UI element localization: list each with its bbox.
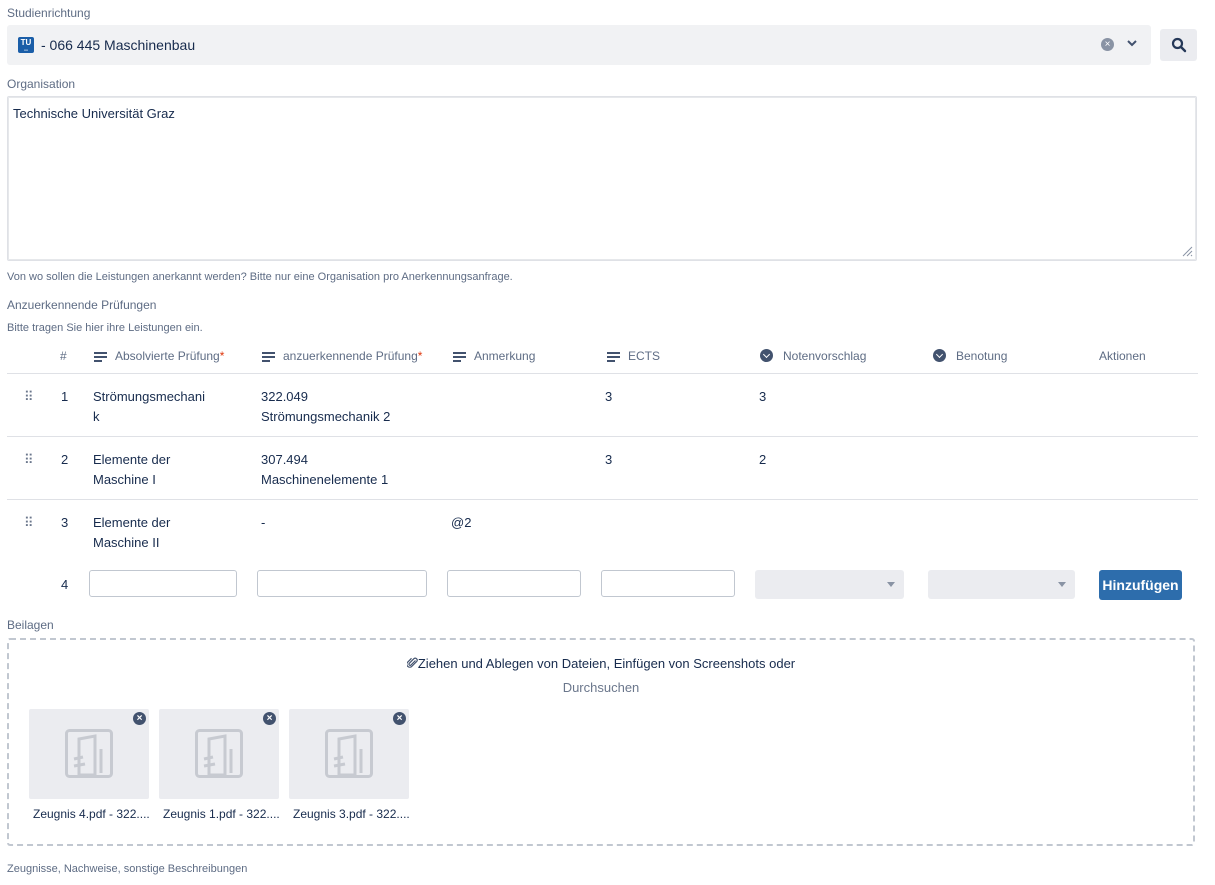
dropdown-circle-icon bbox=[933, 349, 946, 363]
attachments-hint: Zeugnisse, Nachweise, sonstige Beschreib… bbox=[7, 863, 248, 875]
grade-suggestion-select[interactable] bbox=[755, 570, 904, 599]
text-lines-icon bbox=[94, 351, 107, 362]
drag-handle-icon[interactable]: ⠿ bbox=[24, 515, 33, 531]
drag-handle-icon[interactable]: ⠿ bbox=[24, 452, 33, 468]
file-thumbnail[interactable] bbox=[289, 709, 409, 799]
exams-label: Anzuerkennende Prüfungen bbox=[7, 298, 157, 312]
document-icon bbox=[195, 729, 243, 778]
organisation-hint: Von wo sollen die Leistungen anerkannt w… bbox=[7, 271, 513, 283]
row-recognized: 307.494 Maschinenelemente 1 bbox=[261, 452, 389, 487]
file-name: Zeugnis 3.pdf - 322.... bbox=[293, 807, 410, 821]
row-grade-suggestion: 2 bbox=[759, 452, 767, 467]
row-remark: @2 bbox=[451, 515, 472, 530]
row-recognized: 322.049 Strömungsmechanik 2 bbox=[261, 389, 391, 424]
text-lines-icon bbox=[607, 351, 620, 362]
row-absolved: Elemente der Maschine II bbox=[93, 515, 171, 550]
row-ects: 3 bbox=[605, 452, 613, 467]
clear-icon[interactable]: × bbox=[1101, 38, 1114, 51]
attachments-label: Beilagen bbox=[7, 618, 54, 632]
col-num-header: # bbox=[60, 349, 67, 363]
grading-select[interactable] bbox=[928, 570, 1075, 599]
row-absolved: Elemente der Maschine I bbox=[93, 452, 171, 487]
file-thumbnail[interactable] bbox=[159, 709, 279, 799]
tu-logo-icon: TU ▪▪▪▪ bbox=[18, 37, 34, 53]
remark-input[interactable] bbox=[447, 570, 581, 597]
remove-file-icon[interactable]: × bbox=[263, 712, 276, 725]
col-actions-header: Aktionen bbox=[1099, 349, 1146, 363]
add-button[interactable]: Hinzufügen bbox=[1099, 570, 1182, 600]
study-select-value: - 066 445 Maschinenbau bbox=[41, 37, 196, 53]
col-recognized-header[interactable]: anzuerkennende Prüfung* bbox=[262, 348, 422, 364]
organisation-label: Organisation bbox=[7, 77, 76, 91]
dropdown-circle-icon bbox=[760, 349, 773, 363]
text-lines-icon bbox=[262, 351, 275, 362]
row-absolved: Strömungsmechani k bbox=[93, 389, 205, 424]
browse-link[interactable]: Durchsuchen bbox=[9, 680, 1193, 695]
search-button[interactable] bbox=[1160, 29, 1197, 61]
organisation-textarea[interactable]: Technische Universität Graz bbox=[7, 96, 1197, 261]
divider bbox=[7, 499, 1198, 500]
row-grade-suggestion: 3 bbox=[759, 389, 767, 404]
row-num: 2 bbox=[61, 452, 69, 467]
remove-file-icon[interactable]: × bbox=[393, 712, 406, 725]
study-select[interactable]: TU ▪▪▪▪ - 066 445 Maschinenbau × bbox=[7, 25, 1151, 65]
col-remark-header[interactable]: Anmerkung bbox=[453, 348, 535, 364]
file-name: Zeugnis 1.pdf - 322.... bbox=[163, 807, 280, 821]
col-ects-header[interactable]: ECTS bbox=[607, 348, 660, 364]
new-row-num: 4 bbox=[61, 577, 69, 592]
divider bbox=[7, 436, 1198, 437]
row-recognized: - bbox=[261, 515, 266, 530]
document-icon bbox=[65, 729, 113, 778]
exams-hint: Bitte tragen Sie hier ihre Leistungen ei… bbox=[7, 322, 203, 334]
ects-input[interactable] bbox=[601, 570, 735, 597]
remove-file-icon[interactable]: × bbox=[133, 712, 146, 725]
chevron-down-icon[interactable] bbox=[1125, 34, 1139, 52]
paperclip-icon bbox=[406, 657, 418, 668]
file-thumbnail[interactable] bbox=[29, 709, 149, 799]
absolved-input[interactable] bbox=[89, 570, 237, 597]
recognized-input[interactable] bbox=[257, 570, 427, 597]
row-ects: 3 bbox=[605, 389, 613, 404]
col-grading-header[interactable]: Benotung bbox=[933, 348, 1007, 364]
row-num: 1 bbox=[61, 389, 69, 404]
col-grade-suggestion-header[interactable]: Notenvorschlag bbox=[760, 348, 866, 364]
attachment-dropzone[interactable]: Ziehen und Ablegen von Dateien, Einfügen… bbox=[7, 638, 1195, 846]
row-num: 3 bbox=[61, 515, 69, 530]
study-label: Studienrichtung bbox=[7, 6, 91, 20]
drag-handle-icon[interactable]: ⠿ bbox=[24, 389, 33, 405]
text-lines-icon bbox=[453, 351, 466, 362]
search-icon bbox=[1171, 37, 1187, 53]
dropzone-text: Ziehen und Ablegen von Dateien, Einfügen… bbox=[9, 656, 1193, 671]
file-name: Zeugnis 4.pdf - 322.... bbox=[33, 807, 150, 821]
resize-handle-icon[interactable] bbox=[1181, 245, 1193, 257]
organisation-value: Technische Universität Graz bbox=[13, 106, 175, 121]
divider bbox=[7, 373, 1198, 374]
col-absolved-header[interactable]: Absolvierte Prüfung* bbox=[94, 348, 224, 364]
document-icon bbox=[325, 729, 373, 778]
